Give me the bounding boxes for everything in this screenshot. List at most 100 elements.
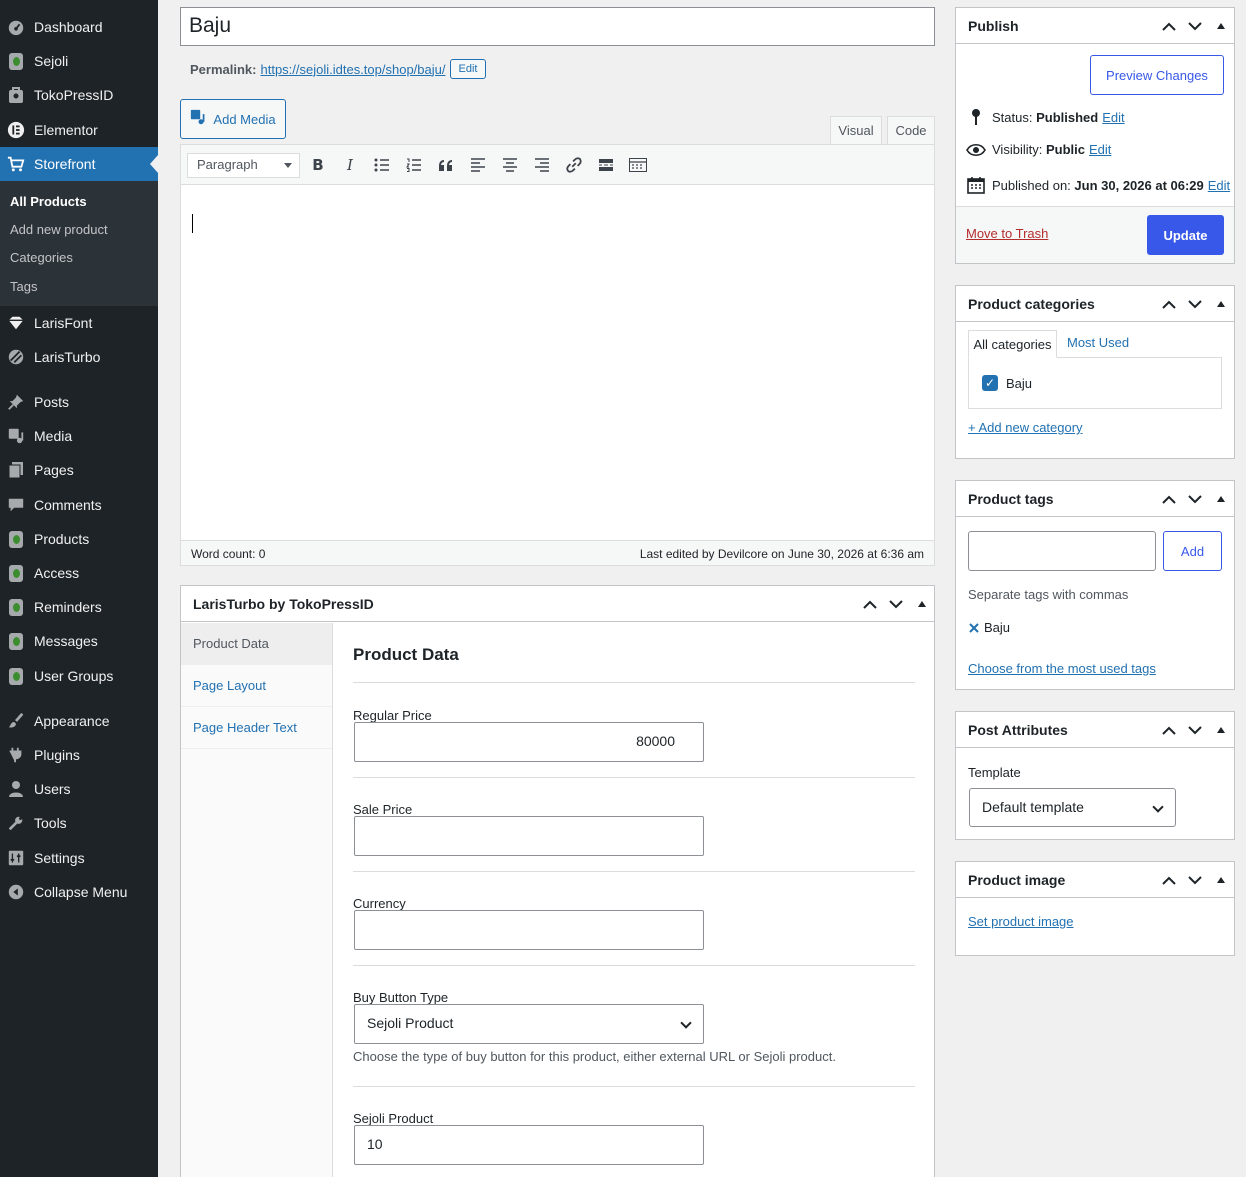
tab-product-data[interactable]: Product Data [181,623,332,665]
toggle-panel-icon[interactable] [1212,721,1230,739]
menu-storefront[interactable]: Storefront [0,147,158,181]
preview-changes-button[interactable]: Preview Changes [1090,55,1224,95]
toggle-panel-icon[interactable] [1212,871,1230,889]
read-more-icon[interactable] [596,155,616,175]
leaf-icon [6,597,26,617]
chevron-up-icon[interactable] [1160,17,1178,35]
add-tag-button[interactable]: Add [1163,531,1222,571]
panel-title: Product Data [353,645,459,664]
published-edit-link[interactable]: Edit [1208,178,1230,193]
chevron-down-icon[interactable] [1186,17,1204,35]
remove-tag-icon[interactable] [968,622,980,634]
status-label: Status: [992,109,1033,125]
italic-icon[interactable]: I [340,155,360,175]
menu-label: Products [34,531,90,547]
menu-reminders[interactable]: Reminders [0,590,158,624]
align-center-icon[interactable] [500,155,520,175]
menu-label: Posts [34,394,70,410]
menu-tokopressid[interactable]: TokoPressID [0,78,158,112]
bullet-list-icon[interactable] [372,155,392,175]
menu-laristurbo[interactable]: LarisTurbo [0,340,158,374]
menu-comments[interactable]: Comments [0,488,158,522]
tab-code[interactable]: Code [887,116,935,145]
toggle-panel-icon[interactable] [913,595,931,613]
submenu-categories[interactable]: Categories [10,250,73,265]
add-media-button[interactable]: Add Media [180,99,286,139]
tag-input[interactable] [968,531,1156,571]
toolbar-toggle-icon[interactable] [628,155,648,175]
chevron-down-icon[interactable] [1186,490,1204,508]
blockquote-icon[interactable] [436,155,456,175]
menu-tools[interactable]: Tools [0,806,158,840]
menu-settings[interactable]: Settings [0,841,158,875]
chevron-up-icon[interactable] [1160,295,1178,313]
chevron-down-icon[interactable] [1186,295,1204,313]
update-button[interactable]: Update [1147,215,1224,255]
align-left-icon[interactable] [468,155,488,175]
toggle-panel-icon[interactable] [1212,17,1230,35]
chevron-up-icon[interactable] [1160,490,1178,508]
move-to-trash-link[interactable]: Move to Trash [966,226,1048,241]
turbo-icon [6,347,26,367]
bold-icon[interactable]: B [308,155,328,175]
tab-most-used[interactable]: Most Used [1067,335,1129,350]
chevron-down-icon[interactable] [1186,721,1204,739]
align-right-icon[interactable] [532,155,552,175]
menu-posts[interactable]: Posts [0,385,158,419]
sale-price-label: Sale Price [353,802,413,817]
chevron-up-icon[interactable] [861,595,879,613]
tab-page-layout[interactable]: Page Layout [181,665,332,707]
permalink-edit-button[interactable]: Edit [449,59,487,79]
add-media-label: Add Media [213,111,276,127]
plug-icon [6,745,26,765]
format-select[interactable]: Paragraph [187,153,300,178]
tab-visual[interactable]: Visual [830,116,882,145]
menu-plugins[interactable]: Plugins [0,738,158,772]
link-icon[interactable] [564,155,584,175]
permalink-link[interactable]: https://sejoli.idtes.top/shop/baju/ [260,62,445,77]
category-checkbox[interactable]: ✓ [982,375,998,391]
menu-appearance[interactable]: Appearance [0,704,158,738]
sale-price-input[interactable] [354,816,704,856]
tab-all-categories[interactable]: All categories [968,330,1057,358]
sejoli-product-input[interactable]: 10 [354,1125,704,1165]
menu-sejoli[interactable]: Sejoli [0,44,158,78]
submenu-tags[interactable]: Tags [10,279,37,294]
menu-elementor[interactable]: Elementor [0,113,158,147]
visibility-edit-link[interactable]: Edit [1089,142,1111,157]
menu-larisfont[interactable]: LarisFont [0,306,158,340]
status-edit-link[interactable]: Edit [1102,110,1124,125]
menu-label: LarisTurbo [34,349,101,365]
menu-media[interactable]: Media [0,419,158,453]
add-new-category-link[interactable]: + Add new category [968,420,1083,435]
menu-users[interactable]: Users [0,772,158,806]
editor-body[interactable] [181,186,934,541]
submenu-add-new-product[interactable]: Add new product [10,222,108,237]
template-select[interactable]: Default template [969,788,1176,827]
menu-collapse[interactable]: Collapse Menu [0,875,158,909]
menu-label: Appearance [34,713,110,729]
chevron-up-icon[interactable] [1160,871,1178,889]
menu-dashboard[interactable]: Dashboard [0,10,158,44]
chevron-down-icon[interactable] [887,595,905,613]
numbered-list-icon[interactable] [404,155,424,175]
tab-page-header-text[interactable]: Page Header Text [181,707,332,749]
toggle-panel-icon[interactable] [1212,490,1230,508]
menu-user-groups[interactable]: User Groups [0,659,158,693]
menu-access[interactable]: Access [0,556,158,590]
pin-icon [6,392,26,412]
chevron-down-icon[interactable] [1186,871,1204,889]
menu-messages[interactable]: Messages [0,624,158,658]
submenu-all-products[interactable]: All Products [10,194,87,209]
menu-products[interactable]: Products [0,522,158,556]
toggle-panel-icon[interactable] [1212,295,1230,313]
chevron-up-icon[interactable] [1160,721,1178,739]
set-product-image-link[interactable]: Set product image [968,914,1074,929]
choose-most-used-tags-link[interactable]: Choose from the most used tags [968,661,1156,676]
buy-button-type-select[interactable]: Sejoli Product [354,1004,704,1044]
regular-price-input[interactable]: 80000 [354,722,704,762]
post-title-input[interactable]: Baju [180,7,935,46]
menu-pages[interactable]: Pages [0,453,158,487]
menu-label: Elementor [34,122,98,138]
currency-input[interactable] [354,910,704,950]
